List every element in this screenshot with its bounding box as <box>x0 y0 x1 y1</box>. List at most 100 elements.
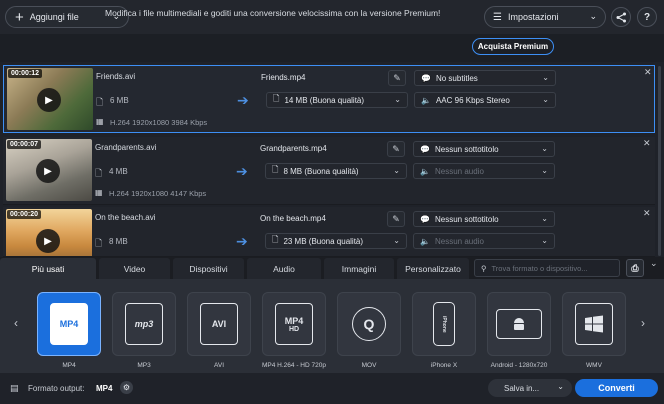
file-item-grandparents[interactable]: 00:00:07 ▶ Grandparents.avi 🗋 4 MB ▦ H.2… <box>3 137 655 205</box>
file-icon: 🗋 <box>272 235 279 244</box>
play-icon[interactable]: ▶ <box>37 88 61 112</box>
subtitle-select[interactable]: 💬 Nessun sottotitolo ⌄ <box>413 141 555 157</box>
output-settings-button[interactable]: ⚙ <box>120 381 133 394</box>
audio-select[interactable]: 🔈 AAC 96 Kbps Stereo ⌄ <box>414 92 556 108</box>
gear-icon: ⚙ <box>122 383 131 392</box>
windows-icon <box>575 303 613 345</box>
mp4-icon: MP4 <box>50 303 88 345</box>
save-to-button[interactable]: Salva in... ⌄ <box>488 379 572 397</box>
file-item-friends[interactable]: 00:00:12 ▶ Friends.avi 🗋 6 MB ▦ H.264 19… <box>3 65 655 133</box>
speaker-icon: 🔈 <box>420 166 430 176</box>
settings-button[interactable]: ☰ Impostazioni ⌄ <box>484 6 606 28</box>
subtitle-select[interactable]: 💬 Nessun sottotitolo ⌄ <box>413 211 555 227</box>
subtitle-icon: 💬 <box>421 73 431 83</box>
file-list-scrollbar[interactable] <box>658 66 661 256</box>
edit-button[interactable]: ✎ <box>387 211 405 227</box>
help-button[interactable]: ? <box>637 7 657 27</box>
format-mp4-hd[interactable]: MP4 HD <box>262 292 326 356</box>
pencil-icon: ✎ <box>392 213 400 224</box>
output-size-select[interactable]: 🗋 14 MB (Buona qualità) ⌄ <box>266 92 408 108</box>
buy-premium-button[interactable]: Acquista Premium <box>472 38 554 55</box>
device-icon: ⎙ <box>631 262 639 273</box>
tab-devices[interactable]: Dispositivi <box>173 258 244 279</box>
format-iphone-x[interactable]: iPhone <box>412 292 476 356</box>
duration-badge: 00:00:07 <box>7 140 42 149</box>
save-to-label: Salva in... <box>504 383 540 393</box>
format-mp3[interactable]: mp3 <box>112 292 176 356</box>
output-size-select[interactable]: 🗋 8 MB (Buona qualità) ⌄ <box>265 163 407 179</box>
tab-custom[interactable]: Personalizzato <box>397 258 469 279</box>
close-icon[interactable]: ✕ <box>643 208 651 219</box>
source-codec: H.264 1920x1080 4147 Kbps <box>109 189 207 198</box>
chevron-down-icon: ⌄ <box>589 11 597 21</box>
format-label: MOV <box>361 362 377 369</box>
format-label: AVI <box>214 362 224 369</box>
collapse-chevron-icon[interactable]: ⌄ <box>650 258 658 269</box>
output-size-select[interactable]: 🗋 23 MB (Buona qualità) ⌄ <box>265 233 407 249</box>
output-filename: Friends.mp4 <box>261 73 306 82</box>
speaker-icon: 🔈 <box>421 95 431 105</box>
subtitle-select[interactable]: 💬 No subtitles ⌄ <box>414 70 556 86</box>
chevron-down-icon: ⌄ <box>557 382 564 391</box>
subtitle-icon: 💬 <box>420 144 430 154</box>
video-thumbnail[interactable]: 00:00:07 ▶ <box>6 139 92 201</box>
chevron-down-icon: ⌄ <box>393 236 400 245</box>
duration-badge: 00:00:20 <box>7 210 42 219</box>
tab-images[interactable]: Immagini <box>324 258 394 279</box>
output-format-value: MP4 <box>96 384 113 393</box>
tab-audio[interactable]: Audio <box>247 258 321 279</box>
audio-value: Nessun audio <box>434 236 484 246</box>
source-filename: On the beach.avi <box>95 213 156 222</box>
convert-button[interactable]: Converti <box>575 379 658 397</box>
audio-value: AAC 96 Kbps Stereo <box>435 95 510 105</box>
format-search-input[interactable]: ⚲ Trova formato o dispositivo... <box>474 259 620 277</box>
tab-most-used[interactable]: Più usati <box>0 258 96 279</box>
source-size: 6 MB <box>110 96 129 105</box>
format-label: MP4 <box>62 362 76 369</box>
chevron-down-icon: ⌄ <box>541 214 548 223</box>
chevron-right-icon[interactable]: › <box>641 316 645 330</box>
convert-arrow-icon: ➔ <box>236 233 248 249</box>
close-icon[interactable]: ✕ <box>643 138 651 149</box>
chevron-left-icon[interactable]: ‹ <box>14 316 18 330</box>
format-mp4[interactable]: MP4 <box>37 292 101 356</box>
subtitle-value: Nessun sottotitolo <box>434 214 499 224</box>
video-thumbnail[interactable]: 00:00:20 ▶ <box>6 209 92 256</box>
close-icon[interactable]: ✕ <box>644 67 652 78</box>
format-label: Android - 1280x720 <box>490 362 548 369</box>
source-size: 4 MB <box>109 167 128 176</box>
format-wmv[interactable] <box>562 292 626 356</box>
avi-icon: AVI <box>200 303 238 345</box>
audio-select[interactable]: 🔈 Nessun audio ⌄ <box>413 233 555 249</box>
share-button[interactable] <box>611 7 631 27</box>
chevron-down-icon: ⌄ <box>541 236 548 245</box>
format-label: MP3 <box>137 362 151 369</box>
film-icon: ▦ <box>96 117 104 126</box>
search-icon: ⚲ <box>481 263 487 273</box>
subtitle-value: Nessun sottotitolo <box>434 144 499 154</box>
play-icon[interactable]: ▶ <box>36 229 60 253</box>
file-item-on-the-beach[interactable]: 00:00:20 ▶ On the beach.avi 🗋 8 MB ➔ On … <box>3 207 655 257</box>
play-icon[interactable]: ▶ <box>36 159 60 183</box>
chevron-down-icon: ⌄ <box>393 166 400 175</box>
format-mov[interactable]: Q <box>337 292 401 356</box>
pencil-icon: ✎ <box>393 72 401 83</box>
plus-icon: + <box>15 8 24 26</box>
audio-select[interactable]: 🔈 Nessun audio ⌄ <box>413 163 555 179</box>
source-codec: H.264 1920x1080 3984 Kbps <box>110 118 208 127</box>
convert-arrow-icon: ➔ <box>236 163 248 179</box>
format-android[interactable] <box>487 292 551 356</box>
format-label: MP4 H.264 - HD 720p <box>262 362 326 369</box>
chevron-down-icon: ⌄ <box>541 166 548 175</box>
video-thumbnail[interactable]: 00:00:12 ▶ <box>7 68 93 130</box>
edit-button[interactable]: ✎ <box>388 70 406 86</box>
mp3-icon: mp3 <box>125 303 163 345</box>
file-icon: 🗋 <box>96 97 104 107</box>
edit-button[interactable]: ✎ <box>387 141 405 157</box>
file-icon: 🗋 <box>95 168 103 178</box>
device-detect-button[interactable]: ⎙ <box>626 259 644 277</box>
convert-arrow-icon: ➔ <box>237 92 249 108</box>
pencil-icon: ✎ <box>392 143 400 154</box>
tab-video[interactable]: Video <box>99 258 170 279</box>
format-avi[interactable]: AVI <box>187 292 251 356</box>
